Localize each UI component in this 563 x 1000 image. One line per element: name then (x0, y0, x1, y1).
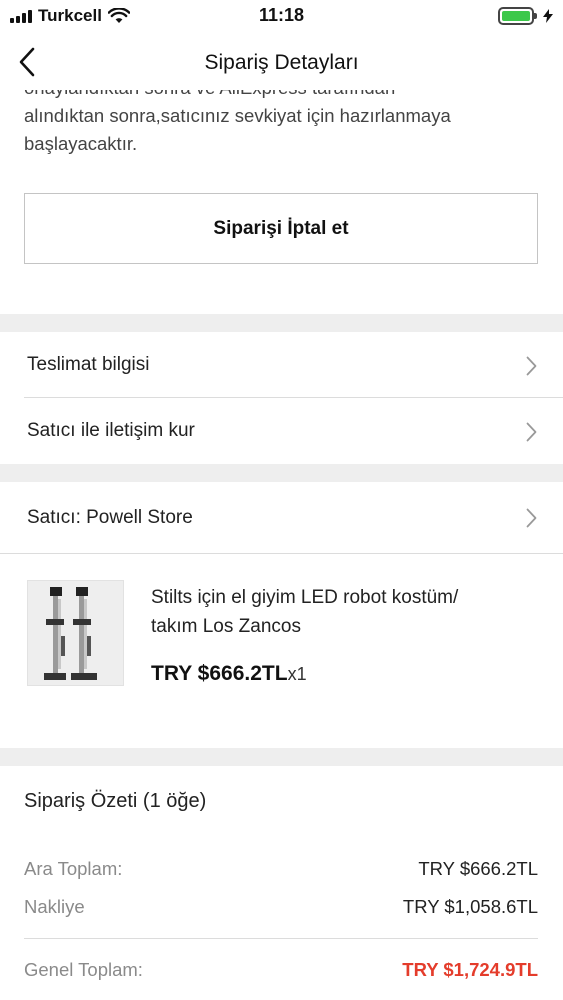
subtotal-value: TRY $666.2TL (418, 858, 538, 879)
shipping-value: TRY $1,058.6TL (402, 896, 538, 917)
stilts-product-photo (28, 581, 123, 685)
order-status-notice: onaylandıktan sonra ve AliExpress tarafı… (24, 90, 534, 158)
chevron-right-icon (526, 422, 537, 442)
product-title[interactable]: Stilts için el giyim LED robot kostüm/ t… (151, 583, 541, 641)
section-separator (0, 314, 563, 332)
clock: 11:18 (258, 5, 305, 25)
grand-total-row: Genel Toplam: TRY $1,724.9TL (24, 959, 538, 981)
summary-divider (24, 938, 538, 939)
seller-row[interactable]: Satıcı: Powell Store (0, 483, 563, 553)
chevron-right-icon (526, 508, 537, 528)
grand-total-label: Genel Toplam: (24, 959, 143, 980)
battery-icon (498, 7, 537, 25)
row-divider (0, 553, 563, 554)
notice-line: onaylandıktan sonra ve AliExpress tarafı… (24, 90, 534, 102)
order-details-content[interactable]: onaylandıktan sonra ve AliExpress tarafı… (0, 90, 563, 1000)
grand-total-value: TRY $1,724.9TL (402, 959, 538, 980)
battery-status (498, 7, 553, 25)
product-title-line: takım Los Zancos (151, 616, 301, 637)
contact-seller-label: Satıcı ile iletişim kur (27, 420, 195, 441)
cancel-order-button[interactable]: Siparişi İptal et (24, 193, 538, 264)
product-title-line: Stilts için el giyim LED robot kostüm/ (151, 587, 459, 608)
shipping-row: Nakliye TRY $1,058.6TL (24, 896, 538, 918)
delivery-info-row[interactable]: Teslimat bilgisi (0, 332, 563, 398)
delivery-info-label: Teslimat bilgisi (27, 354, 150, 375)
order-summary-title: Sipariş Özeti (1 öğe) (24, 790, 207, 812)
subtotal-row: Ara Toplam: TRY $666.2TL (24, 858, 538, 880)
notice-line: alındıktan sonra,satıcınız sevkiyat için… (24, 105, 451, 126)
chevron-right-icon (526, 356, 537, 376)
product-quantity: x1 (287, 664, 307, 684)
status-bar: Turkcell 11:18 (0, 0, 563, 34)
product-price-block: TRY $666.2TLx1 (151, 662, 307, 686)
product-price: TRY $666.2TL (151, 662, 288, 685)
product-image[interactable] (27, 580, 124, 686)
page-title: Sipariş Detayları (204, 51, 359, 74)
section-separator (0, 748, 563, 766)
section-separator (0, 464, 563, 482)
contact-seller-row[interactable]: Satıcı ile iletişim kur (0, 398, 563, 464)
seller-name: Satıcı: Powell Store (27, 507, 193, 528)
charging-bolt-icon (543, 9, 553, 23)
navigation-bar: Sipariş Detayları (0, 34, 563, 90)
shipping-label: Nakliye (24, 896, 85, 917)
notice-line: başlayacaktır. (24, 133, 138, 154)
subtotal-label: Ara Toplam: (24, 858, 123, 879)
